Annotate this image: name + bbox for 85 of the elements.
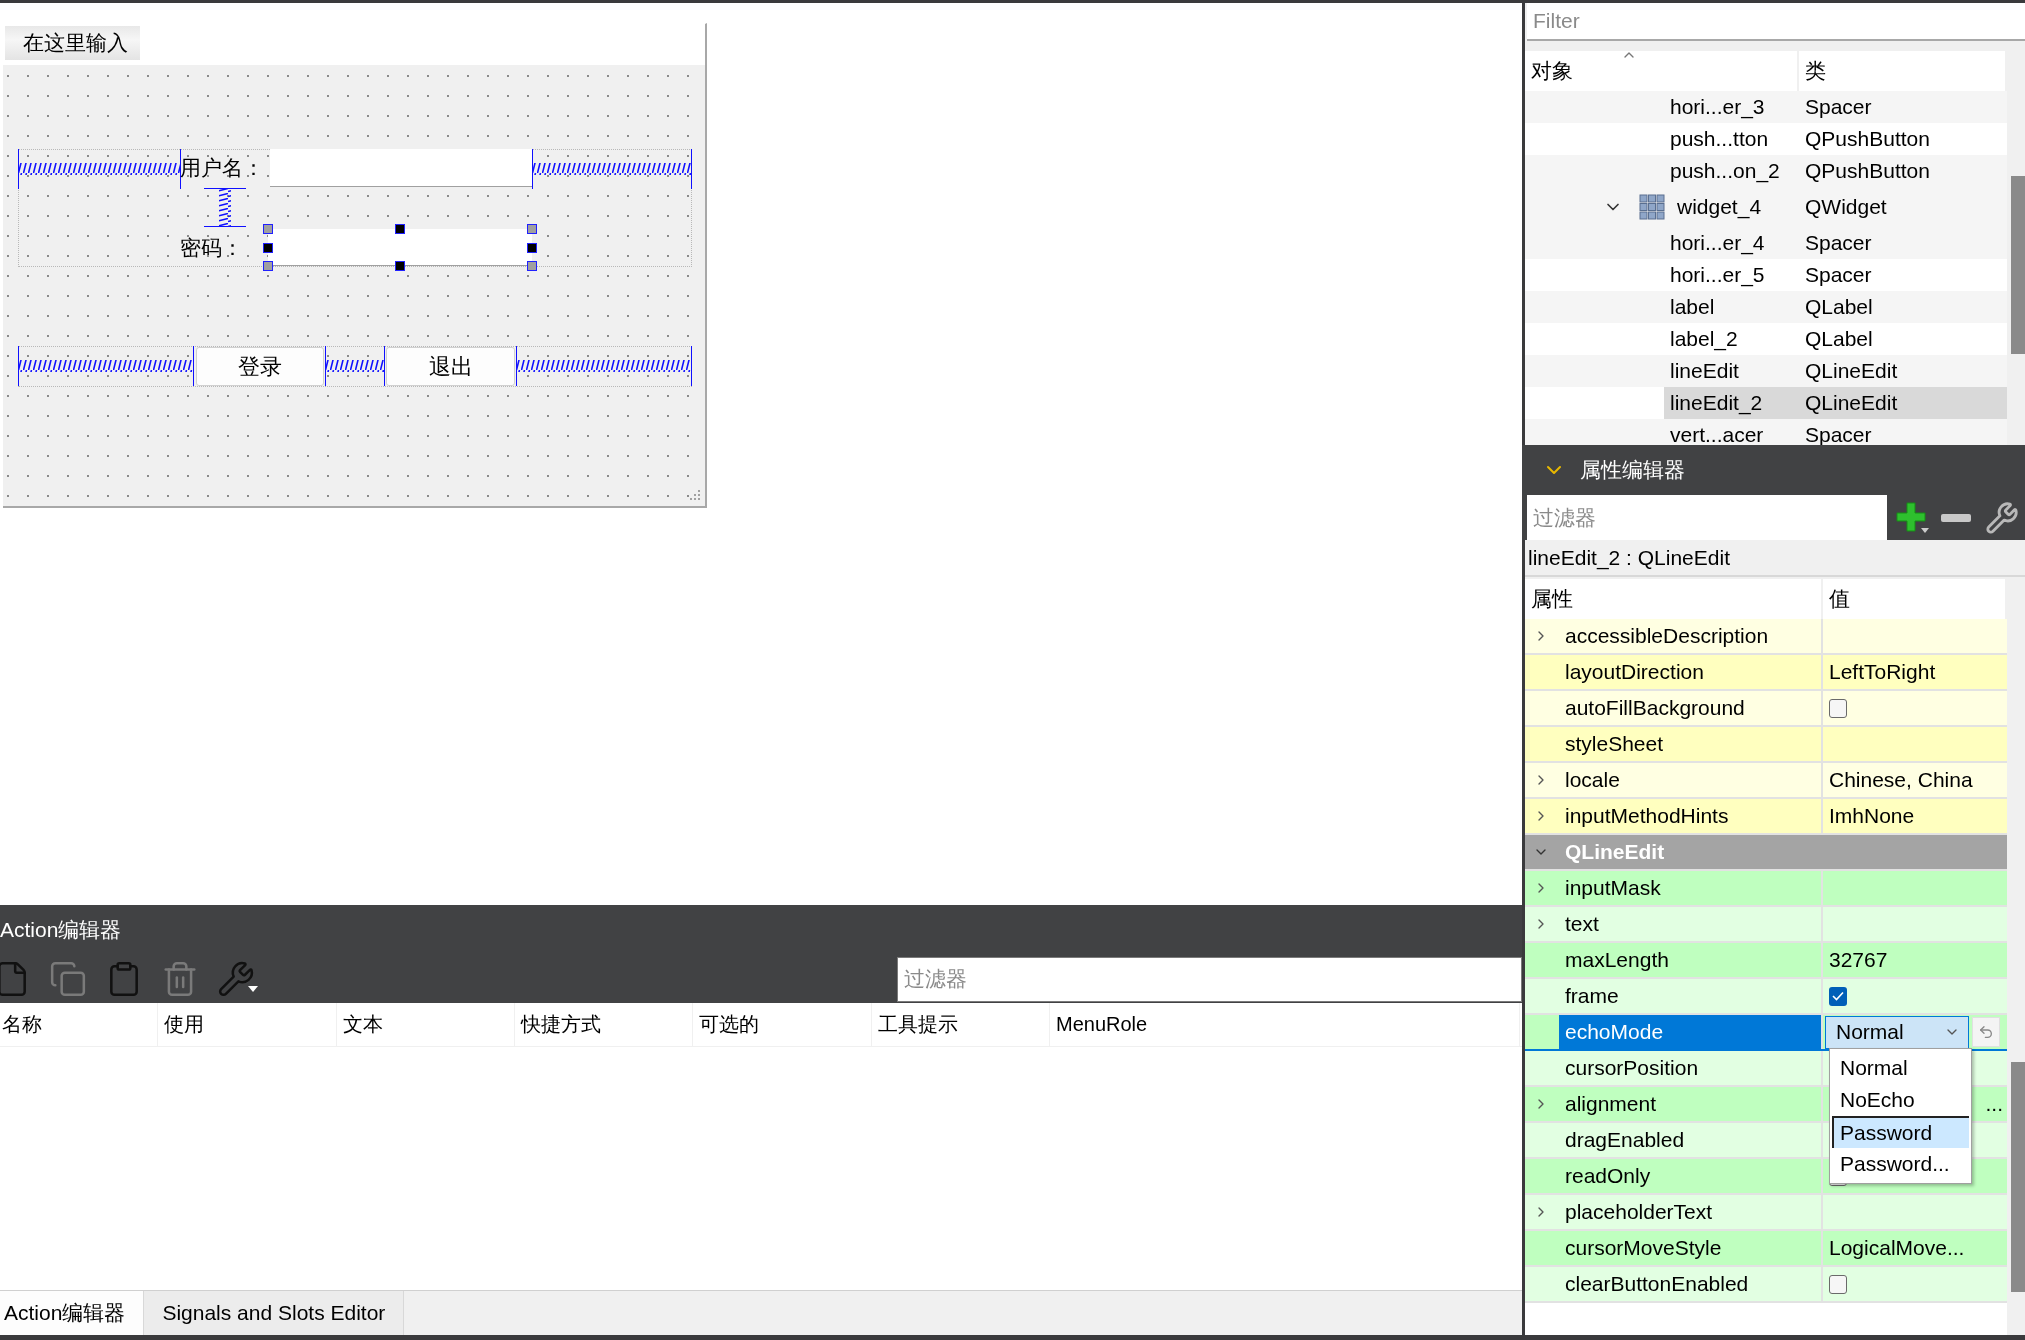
dock-tab[interactable]: Action编辑器: [0, 1291, 145, 1335]
object-class: QLabel: [1804, 326, 1874, 352]
resize-handle[interactable]: [263, 224, 273, 234]
menu-item[interactable]: 在这里输入: [5, 26, 140, 60]
caret-icon[interactable]: [248, 986, 258, 992]
column-header[interactable]: 可选的: [693, 1003, 872, 1046]
column-header[interactable]: 快捷方式: [515, 1003, 693, 1046]
resize-handle[interactable]: [527, 224, 537, 234]
push-button[interactable]: 登录: [196, 347, 324, 386]
property-name[interactable]: inputMethodHints: [1559, 799, 1821, 833]
dock-tab[interactable]: Signals and Slots Editor: [144, 1291, 405, 1335]
object-name[interactable]: push...tton: [1664, 123, 1799, 155]
column-header[interactable]: 工具提示: [872, 1003, 1050, 1046]
resize-handle[interactable]: [395, 261, 405, 271]
field-label: 密码：: [180, 234, 244, 261]
object-name[interactable]: hori...er_5: [1664, 259, 1799, 291]
column-header[interactable]: 文本: [337, 1003, 515, 1046]
filter-field[interactable]: 过滤器: [1527, 495, 1887, 540]
checkbox[interactable]: [1829, 986, 1847, 1006]
dropdown-option[interactable]: Password: [1832, 1115, 1969, 1148]
column-header[interactable]: 使用: [158, 1003, 337, 1046]
property-name[interactable]: readOnly: [1559, 1159, 1821, 1193]
property-name[interactable]: inputMask: [1559, 871, 1821, 905]
resize-handle[interactable]: [395, 224, 405, 234]
object-class: QPushButton: [1804, 126, 1931, 152]
object-class: Spacer: [1804, 230, 1873, 256]
property-value: 32767: [1829, 948, 1888, 972]
object-class: QLineEdit: [1799, 387, 2007, 419]
object-class: QLabel: [1804, 294, 1874, 320]
combo-box[interactable]: Normal: [1825, 1015, 1969, 1049]
object-class: QPushButton: [1804, 158, 1931, 184]
resize-handle[interactable]: [527, 242, 537, 253]
property-name[interactable]: dragEnabled: [1559, 1123, 1821, 1157]
property-name[interactable]: cursorMoveStyle: [1559, 1231, 1821, 1265]
property-value: LogicalMove...: [1829, 1236, 1965, 1260]
property-value: Chinese, China: [1829, 768, 1973, 792]
property-name[interactable]: echoMode: [1559, 1015, 1821, 1049]
property-value: LeftToRight: [1829, 660, 1936, 684]
push-button[interactable]: 退出: [386, 347, 515, 386]
object-name[interactable]: label_2: [1664, 323, 1799, 355]
dropdown-option[interactable]: Normal: [1832, 1051, 1969, 1084]
object-class: QWidget: [1804, 194, 1888, 220]
object-name[interactable]: hori...er_4: [1664, 227, 1799, 259]
group-title: QLineEdit: [1565, 840, 1665, 864]
dropdown-option[interactable]: NoEcho: [1832, 1083, 1969, 1116]
vertical-spacer: [204, 188, 246, 227]
object-class: Spacer: [1804, 262, 1873, 288]
object-name[interactable]: vert...acer: [1664, 419, 1799, 445]
undo-icon: [1978, 1024, 1994, 1040]
object-name[interactable]: label: [1664, 291, 1799, 323]
column-header[interactable]: 名称: [0, 1003, 158, 1046]
object-name[interactable]: hori...er_3: [1664, 91, 1799, 123]
check-icon: [1832, 991, 1844, 1001]
column-header[interactable]: MenuRole: [1050, 1003, 1520, 1046]
horizontal-spacer: [325, 346, 385, 386]
wrench-icon[interactable]: [1985, 500, 2019, 535]
object-name[interactable]: lineEdit_2: [1664, 387, 1799, 419]
object-class: Spacer: [1804, 94, 1873, 120]
reset-button[interactable]: [1972, 1017, 2000, 1047]
checkbox[interactable]: [1829, 1274, 1847, 1294]
object-name[interactable]: push...on_2: [1664, 155, 1799, 187]
minus-icon[interactable]: [1941, 512, 1971, 523]
filter-field[interactable]: 过滤器: [897, 956, 1522, 1002]
panel-title: 属性编辑器: [1580, 457, 1685, 483]
property-name[interactable]: cursorPosition: [1559, 1051, 1821, 1085]
dock-title: Action编辑器: [0, 917, 123, 943]
field-label: 用户名：: [180, 155, 260, 181]
dropdown-option[interactable]: Password...: [1832, 1147, 1969, 1180]
resize-grip-icon[interactable]: [689, 489, 701, 501]
resize-handle[interactable]: [527, 261, 537, 271]
filter-field[interactable]: Filter: [1527, 3, 2025, 41]
property-value: ...: [1985, 1092, 2003, 1116]
object-name[interactable]: widget_4: [1671, 187, 1799, 227]
property-name[interactable]: layoutDirection: [1559, 655, 1821, 689]
grid-layout-icon: [1639, 194, 1665, 220]
property-value: ImhNone: [1829, 804, 1915, 828]
checkbox[interactable]: [1829, 698, 1847, 718]
property-name[interactable]: alignment: [1559, 1087, 1821, 1121]
object-class: QLineEdit: [1804, 358, 1899, 384]
property-name[interactable]: maxLength: [1559, 943, 1821, 977]
property-name[interactable]: locale: [1559, 763, 1821, 797]
resize-handle[interactable]: [263, 261, 273, 271]
object-name[interactable]: lineEdit: [1664, 355, 1799, 387]
resize-handle[interactable]: [263, 242, 273, 253]
property-name[interactable]: styleSheet: [1559, 727, 1821, 761]
